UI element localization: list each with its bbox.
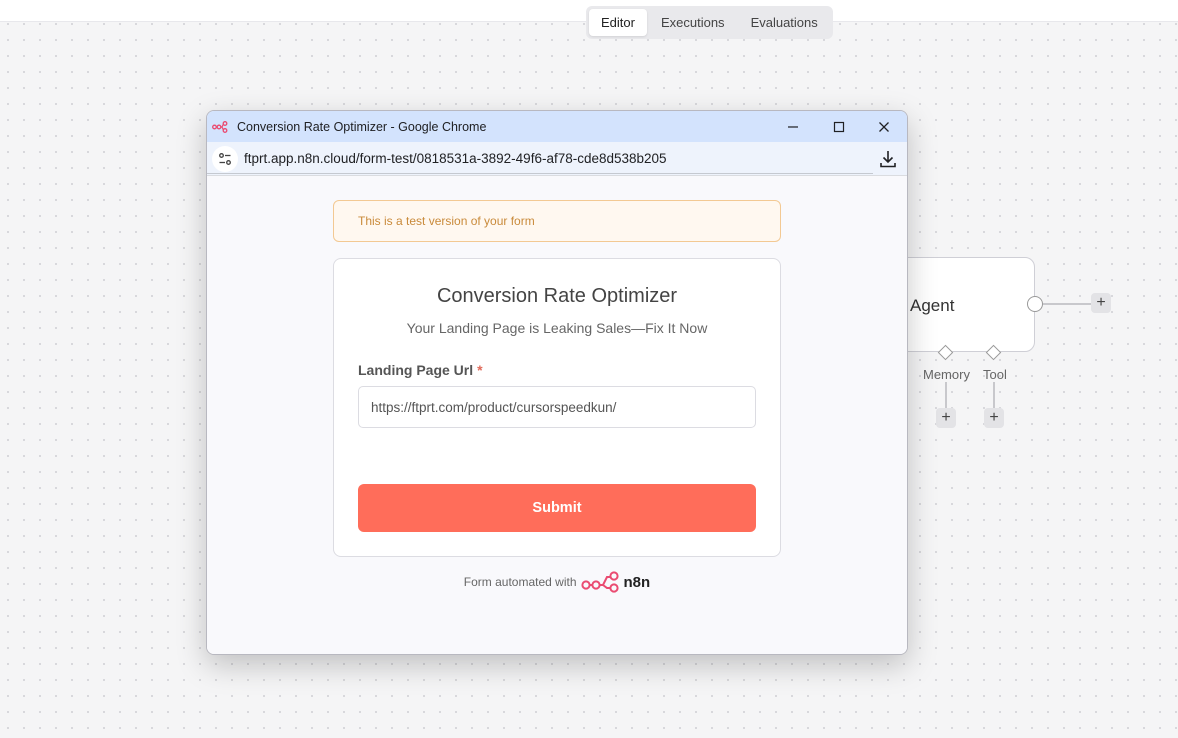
chrome-popup-window: Conversion Rate Optimizer - Google Chrom… bbox=[206, 110, 908, 655]
form-subtitle: Your Landing Page is Leaking Sales—Fix I… bbox=[406, 320, 708, 336]
view-tabs: Editor Executions Evaluations bbox=[586, 6, 833, 39]
download-icon bbox=[880, 151, 896, 168]
memory-port-label: Memory bbox=[923, 367, 970, 382]
agent-output-port[interactable] bbox=[1027, 296, 1043, 312]
agent-node-label: Agent bbox=[910, 296, 955, 315]
form-title: Conversion Rate Optimizer bbox=[436, 285, 678, 307]
tab-evaluations[interactable]: Evaluations bbox=[739, 9, 830, 36]
landing-page-url-label: Landing Page Url * bbox=[358, 362, 483, 378]
maximize-button[interactable] bbox=[816, 111, 862, 142]
field-label-text: Landing Page Url bbox=[358, 362, 474, 378]
n8n-favicon-icon bbox=[212, 120, 228, 133]
tool-connector-line bbox=[993, 382, 995, 409]
form-page: This is a test version of your form Conv… bbox=[207, 176, 907, 654]
window-titlebar[interactable]: Conversion Rate Optimizer - Google Chrom… bbox=[207, 111, 907, 142]
minimize-icon bbox=[788, 125, 798, 128]
download-button[interactable] bbox=[877, 148, 899, 170]
url-text[interactable]: ftprt.app.n8n.cloud/form-test/0818531a-3… bbox=[244, 151, 667, 166]
required-asterisk: * bbox=[477, 362, 483, 378]
site-info-button[interactable] bbox=[212, 146, 238, 172]
n8n-logo-icon bbox=[580, 571, 619, 593]
tab-executions[interactable]: Executions bbox=[649, 9, 737, 36]
tab-editor[interactable]: Editor bbox=[589, 9, 647, 36]
add-next-node-button[interactable]: + bbox=[1091, 293, 1111, 313]
minimize-button[interactable] bbox=[770, 111, 816, 142]
add-tool-button[interactable]: + bbox=[984, 408, 1004, 428]
address-bar: ftprt.app.n8n.cloud/form-test/0818531a-3… bbox=[207, 142, 907, 176]
submit-button[interactable]: Submit bbox=[358, 484, 756, 532]
form-footer: Form automated with n8n bbox=[207, 571, 907, 593]
memory-connector-line bbox=[945, 382, 947, 409]
close-button[interactable] bbox=[861, 111, 907, 142]
close-icon bbox=[879, 121, 889, 132]
n8n-logo-link[interactable]: n8n bbox=[580, 571, 651, 593]
landing-page-url-input[interactable] bbox=[358, 386, 756, 428]
window-title: Conversion Rate Optimizer - Google Chrom… bbox=[237, 119, 487, 134]
tool-port-label: Tool bbox=[983, 367, 1007, 382]
form-card: Conversion Rate Optimizer Your Landing P… bbox=[333, 258, 781, 557]
footer-text: Form automated with bbox=[463, 575, 577, 589]
add-memory-button[interactable]: + bbox=[936, 408, 956, 428]
test-version-banner: This is a test version of your form bbox=[333, 200, 781, 242]
site-info-icon bbox=[219, 153, 231, 165]
output-connector-line bbox=[1043, 303, 1091, 305]
address-divider bbox=[207, 173, 873, 174]
maximize-icon bbox=[833, 121, 845, 132]
n8n-brand-name: n8n bbox=[623, 573, 651, 591]
